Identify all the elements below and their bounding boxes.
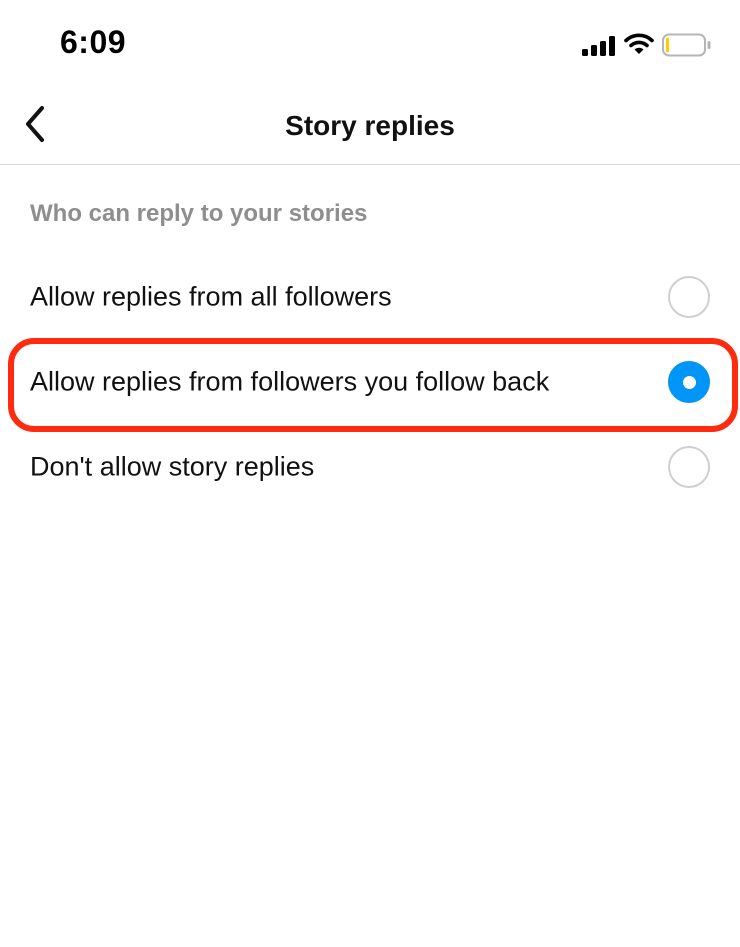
- option-label: Allow replies from all followers: [30, 281, 392, 312]
- radio-button[interactable]: [668, 446, 710, 488]
- wifi-icon: [624, 33, 654, 54]
- page-title: Story replies: [285, 110, 455, 141]
- section-header: Who can reply to your stories: [30, 200, 368, 227]
- option-all-followers[interactable]: Allow replies from all followers: [0, 255, 740, 339]
- nav-bar: Story replies: [0, 90, 740, 165]
- cellular-signal-icon: [582, 36, 615, 56]
- option-dont-allow[interactable]: Don't allow story replies: [0, 425, 740, 509]
- story-replies-screen: 6:09 Story replies Who can reply to your…: [0, 0, 740, 947]
- option-label: Don't allow story replies: [30, 451, 315, 482]
- battery-icon: [662, 33, 711, 57]
- status-bar: 6:09: [0, 0, 740, 90]
- radio-button[interactable]: [668, 361, 710, 403]
- radio-button[interactable]: [668, 276, 710, 318]
- option-label: Allow replies from followers you follow …: [30, 366, 550, 397]
- status-time: 6:09: [60, 24, 127, 60]
- option-followers-you-follow-back[interactable]: Allow replies from followers you follow …: [0, 340, 740, 424]
